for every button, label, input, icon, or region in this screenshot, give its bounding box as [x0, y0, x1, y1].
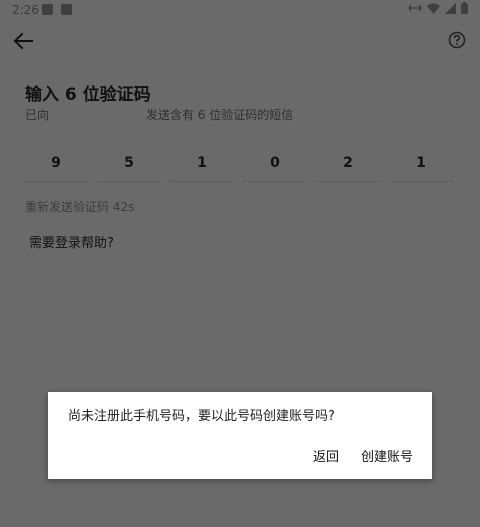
resend-countdown: 重新发送验证码 42s	[25, 200, 135, 214]
notification-app-icon	[42, 4, 53, 15]
code-digit-6[interactable]: 1	[389, 145, 453, 182]
login-help-link[interactable]: 需要登录帮助?	[29, 232, 114, 251]
code-input-group: 9 5 1 0 2 1	[24, 145, 456, 183]
create-account-button[interactable]: 创建账号	[361, 446, 413, 465]
status-time: 2:26	[12, 3, 39, 17]
status-bar: 2:26	[0, 0, 480, 20]
dialog-message: 尚未注册此手机号码，要以此号码创建账号吗?	[68, 409, 335, 424]
wifi-icon	[427, 3, 440, 14]
sent-prefix: 已向	[25, 108, 50, 122]
code-digit-5[interactable]: 2	[316, 145, 380, 182]
sent-suffix: 发送含有 6 位验证码的短信	[146, 108, 294, 122]
notification-cat-icon	[61, 4, 72, 15]
dialog-back-button[interactable]: 返回	[313, 446, 339, 465]
link-icon	[408, 4, 422, 12]
code-digit-4[interactable]: 0	[243, 145, 307, 182]
code-digit-3[interactable]: 1	[170, 145, 234, 182]
page-title: 输入 6 位验证码	[25, 85, 151, 105]
code-digit-2[interactable]: 5	[97, 145, 161, 182]
arrow-left-icon[interactable]	[12, 30, 34, 52]
help-circle-icon[interactable]	[448, 31, 466, 49]
battery-icon	[461, 2, 468, 14]
status-icons	[408, 2, 468, 14]
register-dialog: 尚未注册此手机号码，要以此号码创建账号吗? 返回 创建账号	[48, 392, 432, 479]
signal-icon	[445, 2, 456, 14]
code-digit-1[interactable]: 9	[24, 145, 88, 182]
